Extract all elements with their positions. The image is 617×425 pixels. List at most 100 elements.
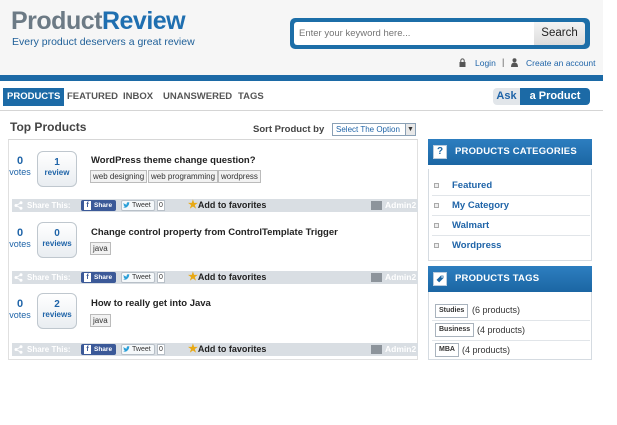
- tweet-label: Tweet: [132, 346, 151, 353]
- share-label: Share This:: [27, 201, 71, 210]
- header-divider: [0, 75, 603, 81]
- facebook-share-button[interactable]: f Share: [81, 344, 116, 355]
- divider: [432, 215, 590, 216]
- tag-java[interactable]: java: [90, 242, 111, 255]
- twitter-bird-icon: [123, 274, 130, 280]
- product-tag-mba[interactable]: MBA: [435, 343, 459, 357]
- star-icon: ★: [188, 343, 198, 355]
- logo[interactable]: ProductReview: [11, 7, 186, 35]
- product-tag-studies[interactable]: Studies: [435, 304, 469, 318]
- nav-tags[interactable]: TAGS: [238, 88, 264, 106]
- divider: [432, 195, 590, 196]
- share-icon: [14, 273, 23, 282]
- bullet-icon: [434, 203, 439, 208]
- tag-icon: [433, 272, 447, 286]
- tag-java[interactable]: java: [90, 314, 111, 327]
- facebook-share-button[interactable]: f Share: [81, 272, 116, 283]
- question-title[interactable]: Change control property from ControlTemp…: [91, 227, 338, 238]
- search-input[interactable]: [294, 22, 534, 45]
- categories-header: ? PRODUCTS CATEGORIES: [428, 139, 592, 165]
- divider: [432, 320, 590, 321]
- question-title[interactable]: How to really get into Java: [91, 298, 211, 309]
- nav-inbox[interactable]: INBOX: [123, 88, 153, 106]
- user-icon: [511, 58, 518, 67]
- review-count: 1: [54, 157, 60, 168]
- review-label: reviews: [42, 310, 72, 319]
- vote-label: votes: [9, 239, 31, 249]
- twitter-bird-icon: [123, 202, 130, 208]
- review-label: reviews: [42, 239, 72, 248]
- logo-part-product: Product: [11, 7, 102, 35]
- favorite-label: Add to favorites: [197, 272, 267, 282]
- facebook-icon: f: [84, 273, 91, 282]
- share-label: Share This:: [27, 345, 71, 354]
- facebook-share-label: Share: [94, 274, 113, 281]
- facebook-icon: f: [84, 345, 91, 354]
- categories-title: PRODUCTS CATEGORIES: [455, 146, 577, 157]
- review-count-box[interactable]: 2 reviews: [37, 293, 77, 329]
- tag-wordpress[interactable]: wordpress: [218, 170, 261, 183]
- favorite-label: Add to favorites: [197, 200, 267, 210]
- review-count: 2: [54, 299, 60, 310]
- author-name[interactable]: Admin2: [385, 271, 416, 284]
- review-label: review: [44, 168, 70, 177]
- tweet-count: 0: [157, 344, 165, 355]
- divider: [432, 235, 590, 236]
- share-bar: Share This: f Share Tweet 0 ★Add to favor…: [12, 199, 418, 212]
- review-count-box[interactable]: 1 review: [37, 151, 77, 187]
- add-to-favorites[interactable]: ★Add to favorites: [188, 271, 266, 284]
- nav-unanswered[interactable]: UNANSWERED: [163, 88, 232, 106]
- tweet-count: 0: [157, 272, 165, 283]
- category-featured[interactable]: Featured: [452, 180, 492, 191]
- author-name[interactable]: Admin2: [385, 199, 416, 212]
- tweet-button[interactable]: Tweet: [121, 200, 155, 211]
- share-label: Share This:: [27, 273, 71, 282]
- nav-products[interactable]: PRODUCTS: [3, 88, 65, 106]
- product-tag-business[interactable]: Business: [435, 323, 475, 337]
- add-to-favorites[interactable]: ★Add to favorites: [188, 199, 266, 212]
- tweet-button[interactable]: Tweet: [121, 272, 155, 283]
- header: ProductReview Every product deservers a …: [0, 0, 603, 75]
- sort-select[interactable]: Select The Option ▼: [332, 123, 416, 136]
- search-button[interactable]: Search: [534, 22, 585, 45]
- chevron-down-icon[interactable]: ▼: [405, 124, 415, 135]
- share-bar: Share This: f Share Tweet 0 ★Add to favor…: [12, 343, 418, 356]
- vote-label: votes: [9, 167, 31, 177]
- share-bar: Share This: f Share Tweet 0 ★Add to favor…: [12, 271, 418, 284]
- category-walmart[interactable]: Walmart: [452, 220, 489, 231]
- author-avatar-icon: [371, 345, 382, 354]
- tagline: Every product deservers a great review: [12, 36, 195, 48]
- author-name[interactable]: Admin2: [385, 343, 416, 356]
- facebook-icon: f: [84, 201, 91, 210]
- category-my-category[interactable]: My Category: [452, 200, 509, 211]
- category-wordpress[interactable]: Wordpress: [452, 240, 501, 251]
- page-title: Top Products: [10, 120, 87, 134]
- facebook-share-button[interactable]: f Share: [81, 200, 116, 211]
- share-icon: [14, 345, 23, 354]
- a-product-label: a Product: [520, 88, 590, 105]
- tag-count: (4 products): [462, 345, 511, 355]
- tags-title: PRODUCTS TAGS: [455, 273, 540, 284]
- login-link[interactable]: Login: [475, 58, 496, 68]
- create-account-link[interactable]: Create an account: [526, 58, 595, 68]
- tweet-button[interactable]: Tweet: [121, 344, 155, 355]
- logo-part-review: Review: [101, 7, 186, 35]
- review-count-box[interactable]: 0 reviews: [37, 222, 77, 258]
- tag-web-designing[interactable]: web designing: [90, 170, 148, 183]
- review-count: 0: [54, 228, 60, 239]
- nav-featured[interactable]: FEATURED: [67, 88, 118, 106]
- tags-header: PRODUCTS TAGS: [428, 266, 592, 292]
- question-title[interactable]: WordPress theme change question?: [91, 155, 256, 166]
- search-box: Search: [290, 18, 590, 49]
- star-icon: ★: [188, 271, 198, 283]
- ask-label: Ask: [493, 88, 520, 105]
- star-icon: ★: [188, 199, 198, 211]
- tag-count: (4 products): [477, 325, 526, 335]
- vote-count: 0: [16, 227, 24, 239]
- tweet-label: Tweet: [132, 202, 151, 209]
- tag-web-programming[interactable]: web programming: [148, 170, 219, 183]
- sort-select-value: Select The Option: [336, 125, 400, 134]
- page: ProductReview Every product deservers a …: [0, 0, 603, 425]
- ask-product-button[interactable]: Ask a Product: [493, 88, 590, 105]
- add-to-favorites[interactable]: ★Add to favorites: [188, 343, 266, 356]
